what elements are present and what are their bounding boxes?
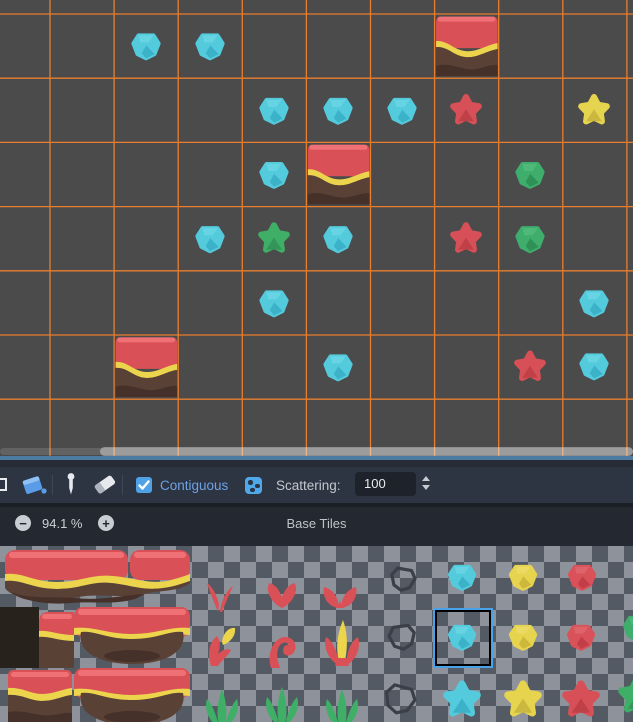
contiguous-label: Contiguous: [160, 478, 228, 493]
scattering-spinner[interactable]: [421, 475, 432, 493]
toolbar-separator: [122, 475, 123, 495]
contiguous-checkbox[interactable]: [136, 477, 152, 493]
rect-tool-button[interactable]: [0, 478, 7, 491]
base-tiles-header: − 94.1 % + Base Tiles: [0, 507, 633, 546]
scattering-label: Scattering:: [276, 478, 341, 493]
toolbar-separator: [52, 475, 53, 495]
bucket-tool-button[interactable]: [19, 471, 49, 499]
picker-tool-button[interactable]: [61, 470, 81, 499]
scattering-value: 100: [364, 476, 386, 491]
tilemap-tiles: [0, 0, 633, 456]
bucket-fill-icon: [19, 471, 49, 499]
tile-palette[interactable]: [0, 546, 633, 722]
eraser-tool-button[interactable]: [91, 471, 119, 498]
check-icon: [137, 478, 151, 492]
spin-up-icon: [422, 476, 430, 481]
scattering-icon: [245, 477, 262, 494]
tilemap-toolbar: Contiguous Scattering: 100: [0, 460, 633, 503]
horizontal-scrollbar[interactable]: [100, 447, 633, 456]
selected-tile-outline: [433, 608, 493, 668]
spin-down-icon: [422, 485, 430, 490]
tilemap-editor: Contiguous Scattering: 100 − 94.1 % + Ba…: [0, 0, 633, 722]
tileset-atlas: [0, 546, 633, 722]
base-tiles-title: Base Tiles: [0, 516, 633, 531]
scattering-input[interactable]: 100: [355, 472, 416, 496]
eraser-icon: [91, 471, 119, 498]
tilemap-canvas[interactable]: [0, 0, 633, 456]
picker-icon: [61, 470, 81, 499]
